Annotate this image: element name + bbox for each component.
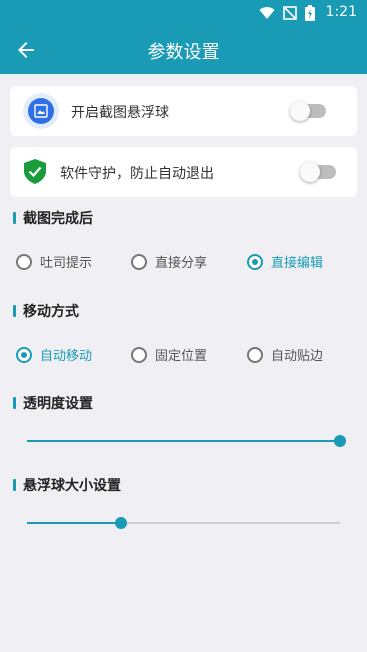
radio-fixed-position[interactable]: 固定位置 bbox=[131, 345, 207, 364]
screenshot-ball-icon bbox=[23, 93, 59, 129]
transparency-slider[interactable] bbox=[27, 431, 346, 451]
radio-share[interactable]: 直接分享 bbox=[131, 252, 207, 271]
floating-ball-card[interactable]: 开启截图悬浮球 bbox=[10, 86, 357, 136]
after-screenshot-title: 截图完成后 bbox=[13, 208, 93, 228]
ball-size-slider[interactable] bbox=[27, 513, 340, 533]
floating-ball-label: 开启截图悬浮球 bbox=[71, 105, 169, 121]
after-screenshot-options: 吐司提示 直接分享 直接编辑 bbox=[0, 252, 367, 276]
floating-ball-toggle[interactable] bbox=[290, 101, 326, 121]
toggle-knob bbox=[290, 101, 310, 121]
status-bar: 1:21 bbox=[0, 0, 367, 26]
section-accent-bar bbox=[13, 305, 16, 317]
no-signal-icon bbox=[283, 6, 297, 20]
page-title: 参数设置 bbox=[147, 42, 220, 63]
protect-card[interactable]: 软件守护，防止自动退出 bbox=[10, 147, 357, 197]
battery-charging-icon bbox=[305, 5, 315, 21]
ball-size-title: 悬浮球大小设置 bbox=[13, 475, 121, 495]
radio-circle bbox=[131, 253, 147, 270]
protect-label: 软件守护，防止自动退出 bbox=[60, 166, 214, 182]
radio-label: 自动贴边 bbox=[271, 349, 324, 364]
radio-toast[interactable]: 吐司提示 bbox=[16, 252, 92, 271]
status-icons bbox=[259, 5, 315, 21]
app-toolbar: 参数设置 bbox=[0, 26, 367, 74]
section-accent-bar bbox=[13, 397, 16, 409]
radio-edit[interactable]: 直接编辑 bbox=[247, 252, 323, 271]
radio-circle bbox=[16, 346, 32, 363]
protect-toggle[interactable] bbox=[300, 162, 336, 182]
slider-thumb[interactable] bbox=[334, 435, 346, 447]
toggle-knob bbox=[300, 162, 320, 182]
radio-circle bbox=[16, 253, 32, 270]
move-mode-options: 自动移动 固定位置 自动贴边 bbox=[0, 345, 367, 369]
move-mode-title: 移动方式 bbox=[13, 301, 79, 321]
transparency-title: 透明度设置 bbox=[13, 393, 93, 413]
slider-fill bbox=[27, 522, 121, 524]
shield-check-icon bbox=[24, 159, 46, 184]
status-time: 1:21 bbox=[325, 4, 357, 20]
section-accent-bar bbox=[13, 479, 16, 491]
radio-label: 自动移动 bbox=[40, 349, 93, 364]
radio-circle bbox=[247, 253, 263, 270]
section-title-text: 透明度设置 bbox=[23, 396, 93, 412]
radio-auto-edge[interactable]: 自动贴边 bbox=[247, 345, 323, 364]
slider-thumb[interactable] bbox=[115, 517, 127, 529]
radio-circle bbox=[247, 346, 263, 363]
radio-label: 直接分享 bbox=[155, 256, 208, 271]
radio-label: 固定位置 bbox=[155, 349, 208, 364]
section-accent-bar bbox=[13, 212, 16, 224]
radio-label: 直接编辑 bbox=[271, 256, 324, 271]
slider-fill bbox=[27, 440, 340, 442]
radio-label: 吐司提示 bbox=[40, 256, 93, 271]
radio-circle bbox=[131, 346, 147, 363]
radio-auto-move[interactable]: 自动移动 bbox=[16, 345, 92, 364]
section-title-text: 悬浮球大小设置 bbox=[23, 478, 121, 494]
section-title-text: 移动方式 bbox=[23, 304, 79, 320]
wifi-icon bbox=[259, 7, 275, 20]
section-title-text: 截图完成后 bbox=[23, 211, 93, 227]
